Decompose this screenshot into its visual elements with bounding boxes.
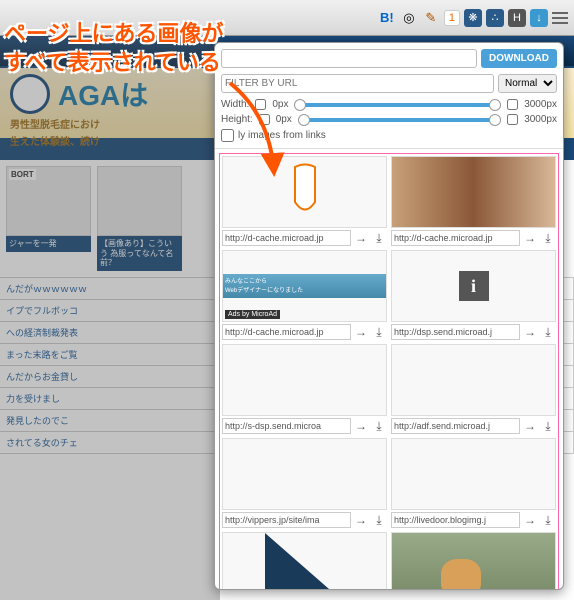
count-badge[interactable]: 1 bbox=[444, 10, 460, 26]
open-icon[interactable]: → bbox=[353, 324, 369, 340]
download-button[interactable]: DOWNLOAD bbox=[481, 49, 557, 68]
annotation-arrow-icon bbox=[220, 75, 300, 195]
grid-icon[interactable]: ∴ bbox=[486, 9, 504, 27]
download-icon[interactable]: ⤓ bbox=[371, 512, 387, 528]
image-url[interactable]: http://adf.send.microad.j bbox=[391, 418, 520, 434]
image-url[interactable]: http://livedoor.blogimg.j bbox=[391, 512, 520, 528]
open-icon[interactable]: → bbox=[522, 230, 538, 246]
height-max-check[interactable] bbox=[507, 114, 518, 125]
thumb-label: 【画像あり】こういう 為服ってなんて名前？ bbox=[97, 236, 182, 271]
site-title: AGAは bbox=[58, 74, 148, 114]
download-icon[interactable]: ⤓ bbox=[540, 418, 556, 434]
image-cell: http://dsp.send.microad.j→⤓ bbox=[391, 532, 556, 589]
image-preview[interactable] bbox=[391, 156, 556, 228]
circle-icon[interactable]: ◎ bbox=[400, 9, 418, 27]
image-url[interactable]: http://d-cache.microad.jp bbox=[391, 230, 520, 246]
open-icon[interactable]: → bbox=[353, 230, 369, 246]
image-url[interactable]: http://d-cache.microad.jp bbox=[222, 324, 351, 340]
image-preview[interactable] bbox=[222, 532, 387, 589]
image-preview[interactable] bbox=[391, 532, 556, 589]
open-icon[interactable]: → bbox=[353, 418, 369, 434]
download-icon[interactable]: ⤓ bbox=[371, 324, 387, 340]
annotation-text: ページ上にある画像が すべて表示されている bbox=[4, 20, 224, 77]
image-cell: http://livedoor.blogimg.j→⤓ bbox=[391, 438, 556, 528]
width-max-check[interactable] bbox=[507, 99, 518, 110]
width-slider[interactable] bbox=[294, 103, 501, 107]
pencil-icon[interactable]: ✎ bbox=[422, 9, 440, 27]
thumb-card[interactable]: BORT ジャーを一発 bbox=[6, 166, 91, 271]
open-icon[interactable]: → bbox=[353, 512, 369, 528]
height-slider[interactable] bbox=[298, 118, 501, 122]
image-cell: みんなここからWebデザイナーになりましたAds by MicroAd http:… bbox=[222, 250, 387, 340]
filter-mode-select[interactable]: Normal bbox=[498, 74, 557, 93]
image-cell: http://adf.send.microad.j→⤓ bbox=[391, 344, 556, 434]
download-icon[interactable]: ⤓ bbox=[540, 230, 556, 246]
hamburger-icon[interactable] bbox=[552, 12, 568, 24]
image-preview[interactable] bbox=[222, 344, 387, 416]
open-icon[interactable]: → bbox=[522, 512, 538, 528]
image-cell: http://s-dsp.send.microa→⤓ bbox=[222, 344, 387, 434]
image-url[interactable]: http://dsp.send.microad.j bbox=[391, 324, 520, 340]
image-grid: http://d-cache.microad.jp→⤓http://d-cach… bbox=[215, 148, 563, 589]
image-preview[interactable] bbox=[391, 344, 556, 416]
open-icon[interactable]: → bbox=[522, 418, 538, 434]
thumb-card[interactable]: 【画像あり】こういう 為服ってなんて名前？ bbox=[97, 166, 182, 271]
ad-badge: Ads by MicroAd bbox=[225, 310, 280, 319]
open-icon[interactable]: → bbox=[522, 324, 538, 340]
image-url[interactable]: http://d-cache.microad.jp bbox=[222, 230, 351, 246]
save-subfolder-input[interactable] bbox=[221, 49, 477, 68]
image-preview[interactable]: i bbox=[391, 250, 556, 322]
download-icon[interactable]: ⤓ bbox=[540, 324, 556, 340]
image-cell: http://vippers.jp/site/ima→⤓ bbox=[222, 438, 387, 528]
download-icon[interactable]: ⤓ bbox=[540, 512, 556, 528]
image-cell: i http://dsp.send.microad.j→⤓ bbox=[391, 250, 556, 340]
thumb-label: ジャーを一発 bbox=[6, 236, 91, 252]
download-icon[interactable]: ⤓ bbox=[371, 418, 387, 434]
image-url[interactable]: http://vippers.jp/site/ima bbox=[222, 512, 351, 528]
download-ext-icon[interactable]: ↓ bbox=[530, 9, 548, 27]
download-icon[interactable]: ⤓ bbox=[371, 230, 387, 246]
image-preview[interactable] bbox=[391, 438, 556, 510]
image-cell: http://d-cache.microad.jp→⤓ bbox=[222, 532, 387, 589]
image-url[interactable]: http://s-dsp.send.microa bbox=[222, 418, 351, 434]
site-logo-icon bbox=[10, 74, 50, 114]
h-icon[interactable]: H bbox=[508, 9, 526, 27]
image-preview[interactable]: みんなここからWebデザイナーになりましたAds by MicroAd bbox=[222, 250, 387, 322]
image-preview[interactable] bbox=[222, 438, 387, 510]
hatena-icon[interactable]: B! bbox=[378, 9, 396, 27]
image-cell: http://d-cache.microad.jp→⤓ bbox=[391, 156, 556, 246]
snowflake-icon[interactable]: ❋ bbox=[464, 9, 482, 27]
